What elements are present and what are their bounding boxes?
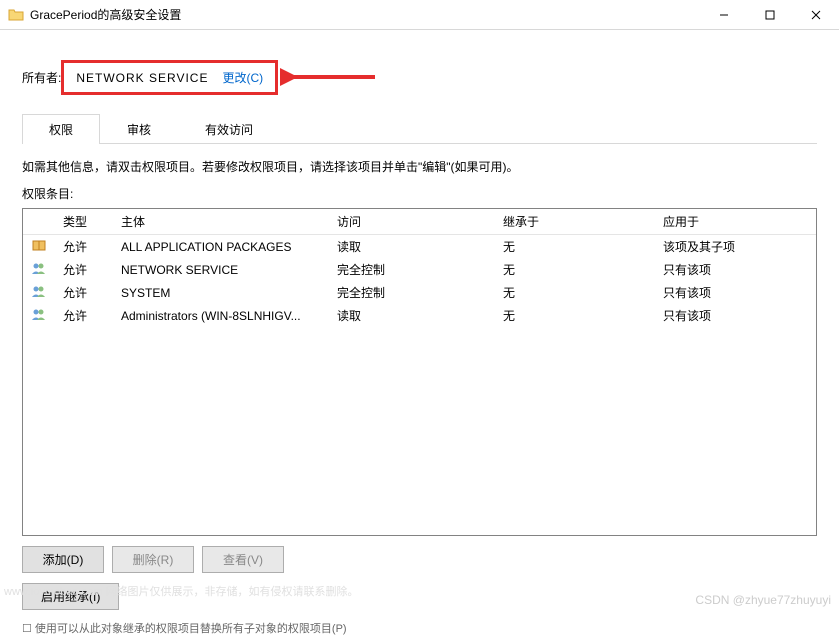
cell-access: 读取 xyxy=(329,304,495,327)
cell-applies: 只有该项 xyxy=(655,304,816,327)
cell-inherited: 无 xyxy=(495,258,655,281)
cell-principal: SYSTEM xyxy=(113,281,329,304)
table-row[interactable]: 允许SYSTEM完全控制无只有该项 xyxy=(23,281,816,304)
cell-inherited: 无 xyxy=(495,281,655,304)
info-text: 如需其他信息，请双击权限项目。若要修改权限项目，请选择该项目并单击"编辑"(如果… xyxy=(22,158,817,175)
view-button[interactable]: 查看(V) xyxy=(202,546,284,573)
watermark-right: CSDN @zhyue77zhuyuyi xyxy=(695,593,831,607)
tab-permissions[interactable]: 权限 xyxy=(22,114,100,144)
checkbox-icon[interactable]: ☐ xyxy=(22,623,35,635)
permissions-table: 类型 主体 访问 继承于 应用于 允许ALL APPLICATION PACKA… xyxy=(23,209,816,327)
cell-applies: 该项及其子项 xyxy=(655,235,816,259)
cell-access: 完全控制 xyxy=(329,258,495,281)
cell-type: 允许 xyxy=(55,304,113,327)
col-icon[interactable] xyxy=(23,209,55,235)
tabs: 权限 审核 有效访问 xyxy=(22,113,817,144)
tab-effective-access[interactable]: 有效访问 xyxy=(178,114,280,144)
add-button[interactable]: 添加(D) xyxy=(22,546,104,573)
table-row[interactable]: 允许Administrators (WIN-8SLNHIGV...读取无只有该项 xyxy=(23,304,816,327)
owner-label: 所有者: xyxy=(22,69,61,86)
row-principal-icon xyxy=(23,235,55,259)
col-inherited[interactable]: 继承于 xyxy=(495,209,655,235)
col-type[interactable]: 类型 xyxy=(55,209,113,235)
titlebar: GracePeriod的高级安全设置 xyxy=(0,0,839,30)
cell-type: 允许 xyxy=(55,258,113,281)
table-row[interactable]: 允许ALL APPLICATION PACKAGES读取无该项及其子项 xyxy=(23,235,816,259)
row-principal-icon xyxy=(23,304,55,327)
minimize-button[interactable] xyxy=(701,0,747,30)
window-title: GracePeriod的高级安全设置 xyxy=(30,6,701,23)
col-access[interactable]: 访问 xyxy=(329,209,495,235)
cell-principal: ALL APPLICATION PACKAGES xyxy=(113,235,329,259)
window-controls xyxy=(701,0,839,30)
close-button[interactable] xyxy=(793,0,839,30)
cell-applies: 只有该项 xyxy=(655,281,816,304)
folder-icon xyxy=(8,7,24,23)
tab-auditing[interactable]: 审核 xyxy=(100,114,178,144)
watermark-left: www.toymoban.com 网络图片仅供展示，非存储，如有侵权请联系删除。 xyxy=(4,583,358,599)
owner-highlight-box: NETWORK SERVICE 更改(C) xyxy=(61,60,278,95)
owner-row: 所有者: NETWORK SERVICE 更改(C) xyxy=(22,60,817,95)
cell-access: 读取 xyxy=(329,235,495,259)
table-row[interactable]: 允许NETWORK SERVICE完全控制无只有该项 xyxy=(23,258,816,281)
cell-type: 允许 xyxy=(55,281,113,304)
cell-type: 允许 xyxy=(55,235,113,259)
cell-inherited: 无 xyxy=(495,304,655,327)
cell-inherited: 无 xyxy=(495,235,655,259)
row-principal-icon xyxy=(23,281,55,304)
col-principal[interactable]: 主体 xyxy=(113,209,329,235)
buttons-row: 添加(D) 删除(R) 查看(V) xyxy=(22,546,817,573)
entries-label: 权限条目: xyxy=(22,185,817,202)
col-applies[interactable]: 应用于 xyxy=(655,209,816,235)
owner-value: NETWORK SERVICE xyxy=(76,71,208,85)
row-principal-icon xyxy=(23,258,55,281)
remove-button[interactable]: 删除(R) xyxy=(112,546,194,573)
footer-checkbox-label: ☐ 使用可以从此对象继承的权限项目替换所有子对象的权限项目(P) xyxy=(22,620,817,636)
annotation-arrow-icon xyxy=(280,64,380,90)
maximize-button[interactable] xyxy=(747,0,793,30)
cell-principal: NETWORK SERVICE xyxy=(113,258,329,281)
owner-change-link[interactable]: 更改(C) xyxy=(222,69,263,86)
table-header-row: 类型 主体 访问 继承于 应用于 xyxy=(23,209,816,235)
cell-principal: Administrators (WIN-8SLNHIGV... xyxy=(113,304,329,327)
cell-access: 完全控制 xyxy=(329,281,495,304)
permissions-table-container: 类型 主体 访问 继承于 应用于 允许ALL APPLICATION PACKA… xyxy=(22,208,817,536)
cell-applies: 只有该项 xyxy=(655,258,816,281)
